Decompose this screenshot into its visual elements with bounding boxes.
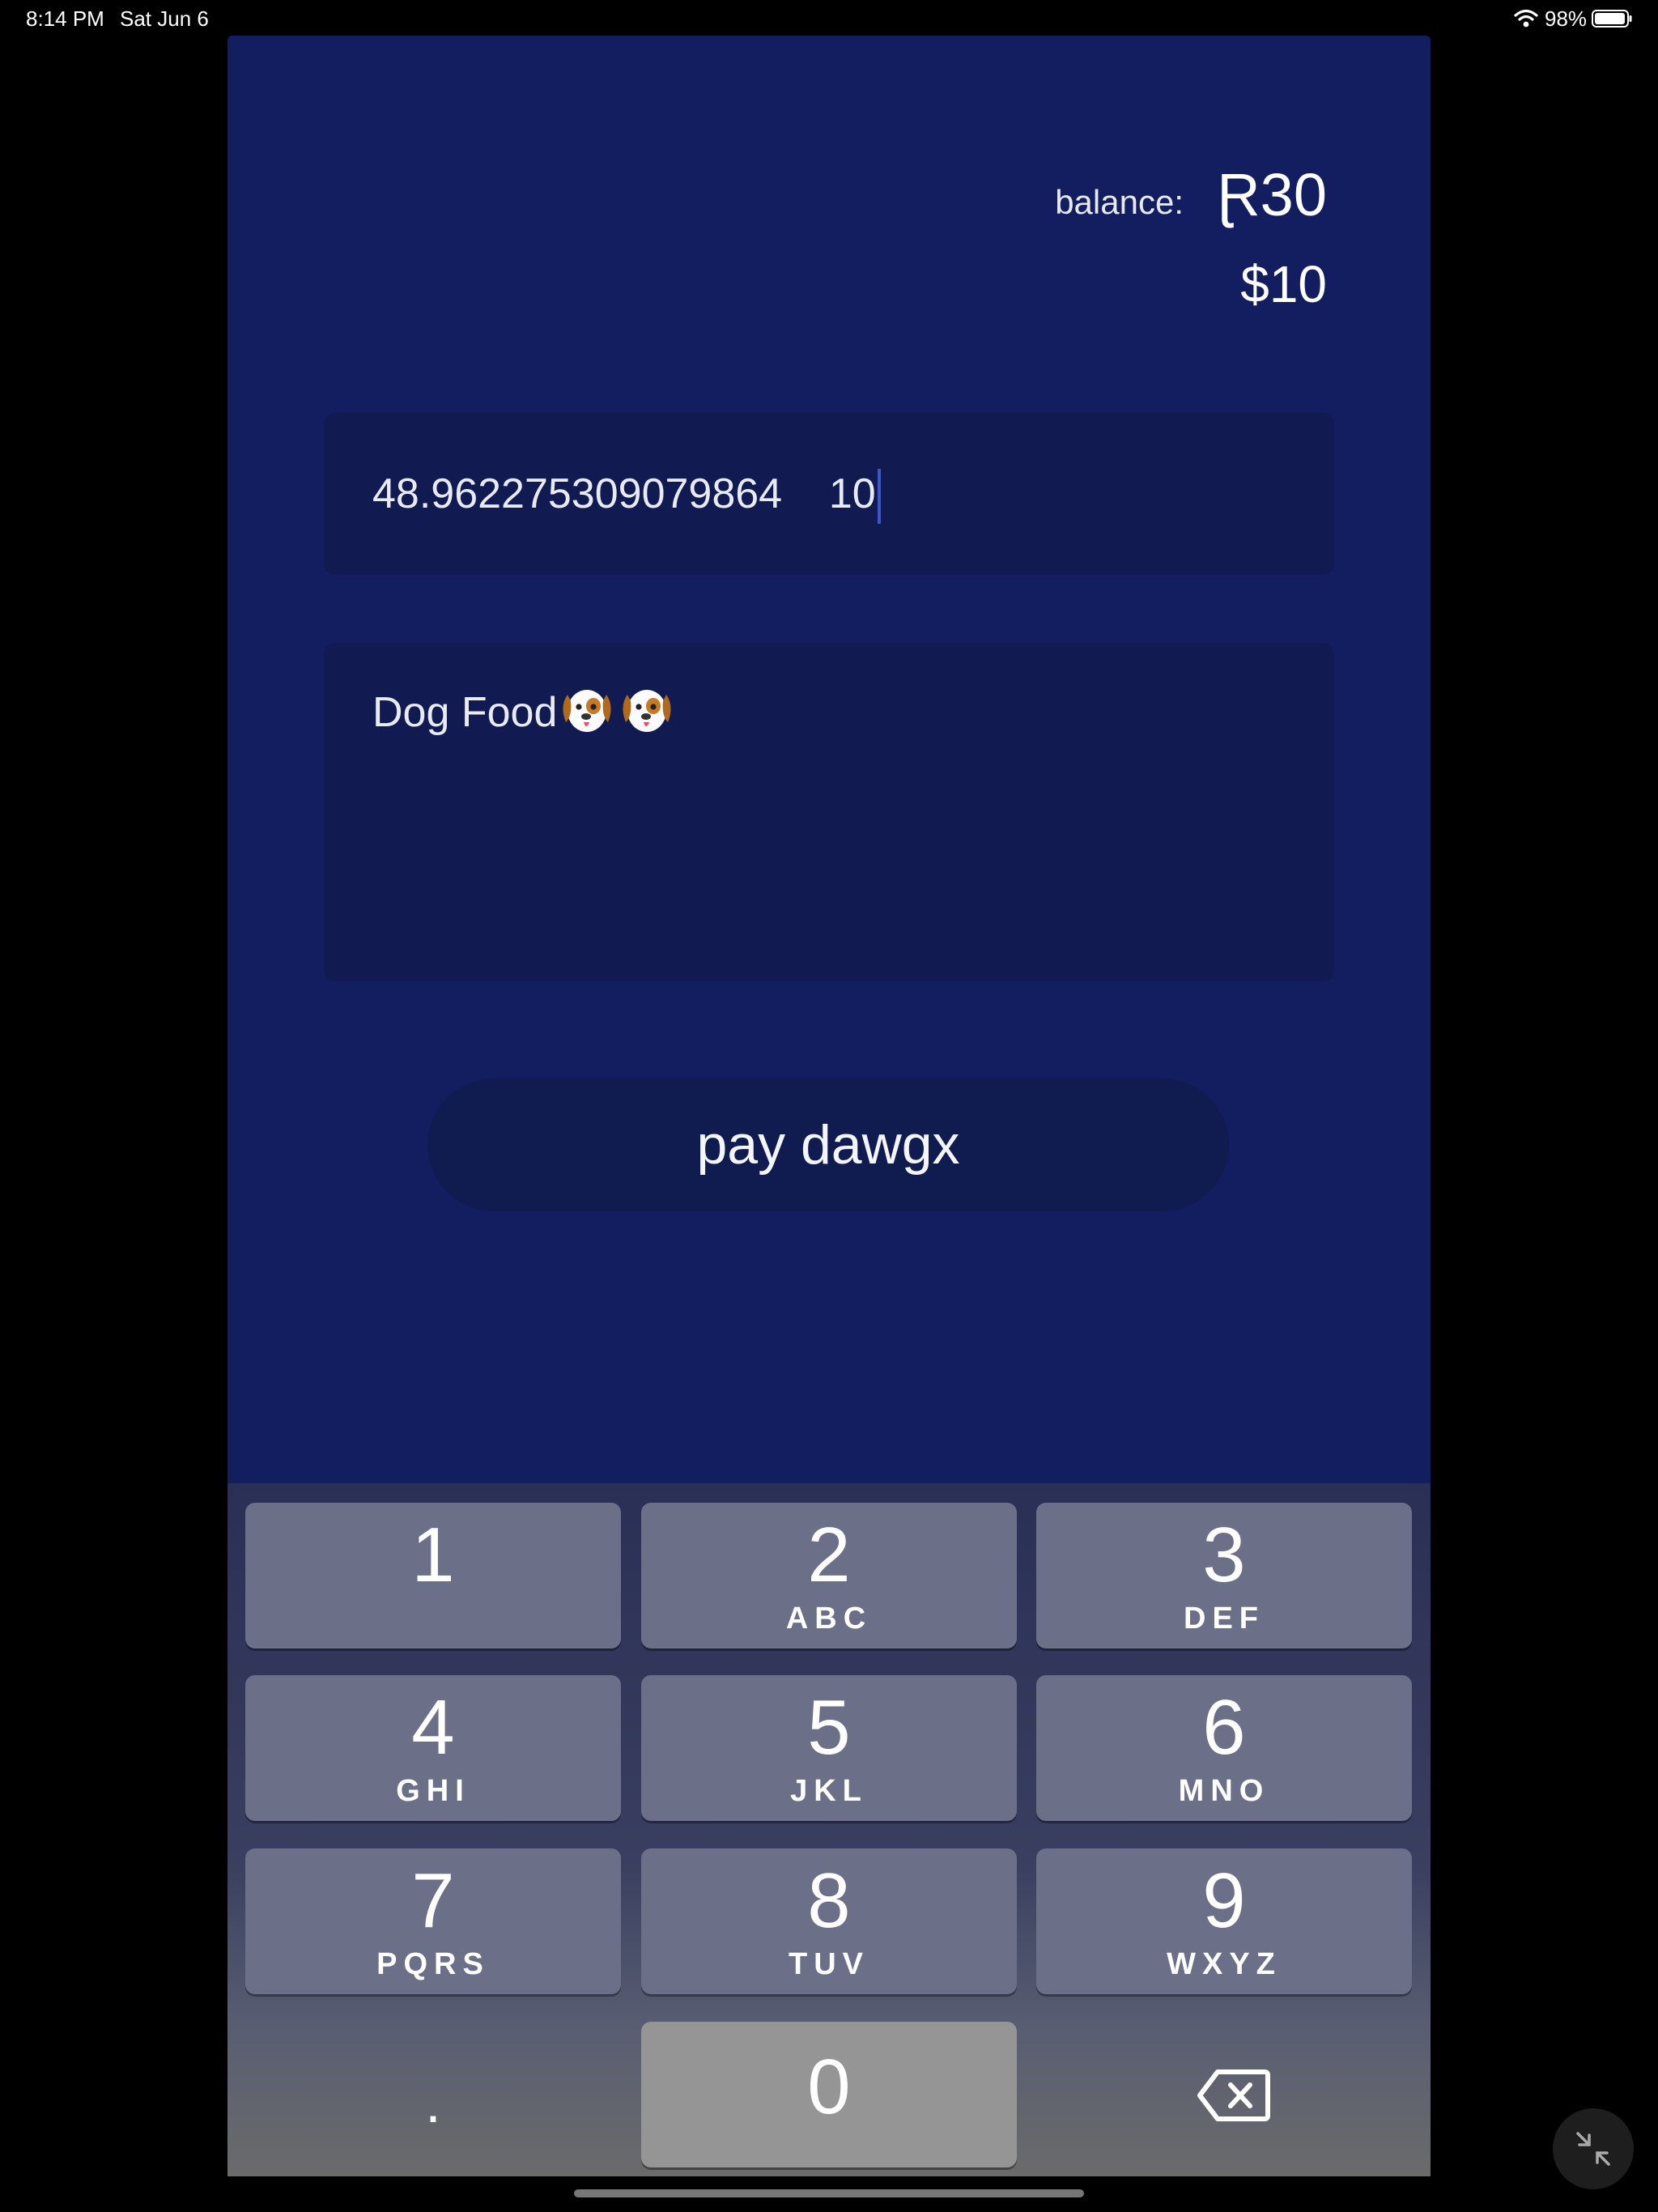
numeric-keypad: 1 2 ABC 3 DEF 4 GHI 5 JKL 6 MNO 7 PQRS 8 — [227, 1483, 1431, 2176]
key-2[interactable]: 2 ABC — [641, 1503, 1017, 1648]
key-digit: 1 — [411, 1512, 455, 1598]
dog-face-icon — [563, 690, 611, 732]
key-letters: WXYZ — [1167, 1947, 1282, 1981]
memo-text: Dog Food — [372, 689, 558, 736]
battery-percent: 98% — [1545, 6, 1588, 31]
dog-face-icon — [623, 690, 671, 732]
balance-usd: $10 — [1240, 255, 1327, 313]
key-letters: GHI — [396, 1774, 470, 1808]
key-digit: 4 — [411, 1684, 455, 1771]
payment-screen: balance: Ɽ30 $10 48.962275309079864 10 D… — [227, 36, 1431, 2176]
home-indicator[interactable] — [574, 2189, 1084, 2197]
key-letters: PQRS — [376, 1947, 490, 1981]
key-8[interactable]: 8 TUV — [641, 1848, 1017, 1994]
key-digit: 7 — [411, 1857, 455, 1944]
status-time: 8:14 PM — [26, 6, 104, 31]
key-letters: JKL — [790, 1774, 868, 1808]
backspace-icon — [1197, 2069, 1270, 2121]
collapse-keyboard-button[interactable] — [1553, 2108, 1634, 2189]
key-letters: ABC — [785, 1602, 873, 1636]
key-3[interactable]: 3 DEF — [1036, 1503, 1412, 1648]
amount-usd-value: 10 — [828, 470, 876, 517]
battery-icon — [1592, 10, 1632, 28]
amount-text: 48.962275309079864 10 — [372, 413, 881, 575]
key-1[interactable]: 1 — [245, 1503, 621, 1648]
status-date: Sat Jun 6 — [120, 6, 209, 31]
key-9[interactable]: 9 WXYZ — [1036, 1848, 1412, 1994]
status-bar: 8:14 PM Sat Jun 6 98% — [0, 0, 1658, 39]
key-digit: 6 — [1202, 1684, 1246, 1771]
amount-input[interactable]: 48.962275309079864 10 — [324, 413, 1334, 575]
delete-key[interactable] — [1036, 2022, 1412, 2167]
pay-button[interactable]: pay dawgx — [427, 1078, 1229, 1211]
decimal-key[interactable]: . — [245, 2022, 621, 2167]
key-4[interactable]: 4 GHI — [245, 1675, 621, 1821]
key-0[interactable]: 0 — [641, 2022, 1017, 2167]
key-digit: 2 — [807, 1512, 851, 1598]
key-letters: MNO — [1178, 1774, 1270, 1808]
key-digit: 0 — [807, 2044, 851, 2130]
key-digit: 5 — [807, 1684, 851, 1771]
memo-input[interactable]: Dog Food — [324, 643, 1334, 981]
key-digit: 3 — [1202, 1512, 1246, 1598]
key-letters: DEF — [1184, 1602, 1265, 1636]
decimal-label: . — [425, 2071, 441, 2134]
text-caret — [877, 469, 881, 525]
balance-rand: Ɽ30 — [1217, 161, 1327, 228]
key-digit: 9 — [1202, 1857, 1246, 1944]
amount-rand-value: 48.962275309079864 — [372, 470, 783, 517]
balance-label: balance: — [1055, 183, 1184, 221]
key-digit: 8 — [807, 1857, 851, 1944]
key-5[interactable]: 5 JKL — [641, 1675, 1017, 1821]
key-6[interactable]: 6 MNO — [1036, 1675, 1412, 1821]
key-7[interactable]: 7 PQRS — [245, 1848, 621, 1994]
wifi-icon — [1514, 9, 1538, 28]
key-letters: TUV — [789, 1947, 869, 1981]
collapse-arrows-icon — [1576, 2132, 1610, 2166]
